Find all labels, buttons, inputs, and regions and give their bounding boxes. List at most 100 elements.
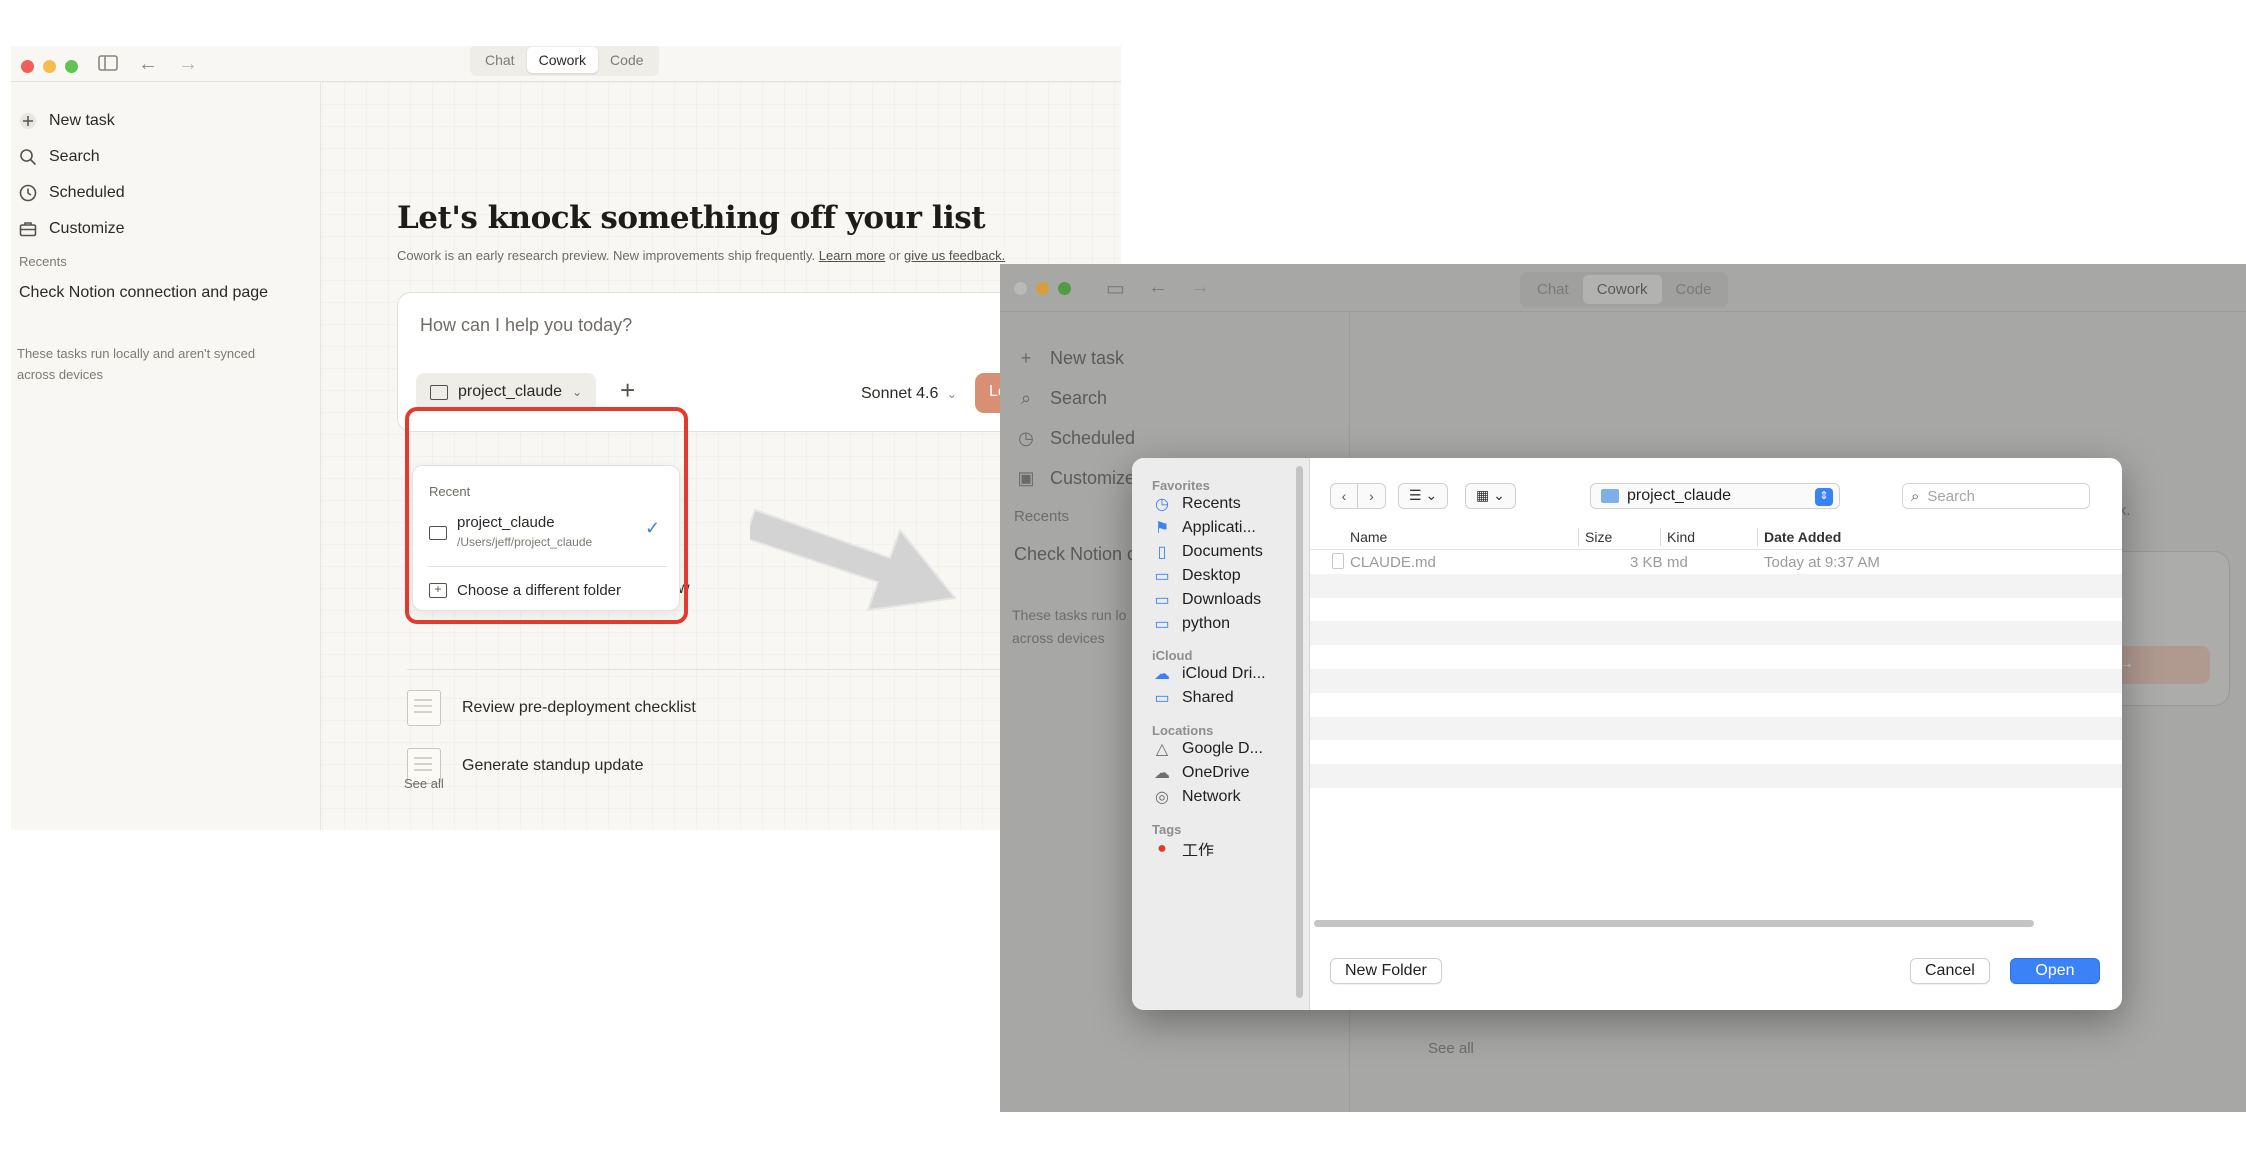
column-divider: [1757, 528, 1758, 546]
tab-code[interactable]: Code: [598, 47, 655, 73]
column-date-added[interactable]: Date Added: [1764, 529, 1841, 545]
sidebar-item-scheduled[interactable]: ◷ Scheduled: [1014, 428, 1135, 449]
finder-item-desktop[interactable]: ▭ Desktop: [1152, 566, 1241, 586]
finder-item-python[interactable]: ▭ python: [1152, 614, 1230, 634]
folder-icon: ▭: [1154, 616, 1170, 633]
see-all-link[interactable]: See all: [1428, 1040, 1474, 1057]
finder-item-label: Desktop: [1182, 567, 1241, 584]
tab-cowork[interactable]: Cowork: [1582, 275, 1662, 304]
column-name[interactable]: Name: [1350, 529, 1387, 545]
recent-task-item[interactable]: Check Notion c: [1014, 544, 1136, 565]
column-divider: [1578, 528, 1579, 546]
see-all-link[interactable]: See all: [404, 776, 444, 791]
path-popup[interactable]: project_claude ⇕: [1590, 483, 1840, 509]
path-label: project_claude: [1627, 487, 1732, 504]
cowork-window-dimmed: ▭ ← → Chat Cowork Code + New task ⌕ Search…: [1000, 264, 2246, 1112]
tab-chat[interactable]: Chat: [1523, 275, 1583, 304]
chevron-down-icon: ⌄: [572, 385, 583, 399]
sidebar-item-search[interactable]: Search: [17, 146, 100, 168]
transition-arrow-icon: [750, 508, 957, 612]
finder-item-label: iCloud Dri...: [1182, 665, 1266, 682]
sidebar-item-label: Scheduled: [1050, 428, 1136, 448]
empty-row: [1310, 668, 2122, 693]
minimize-window-button[interactable]: [43, 60, 56, 73]
folder-picker-label: project_claude: [458, 383, 563, 400]
subtitle-or: or: [888, 248, 901, 263]
tag-dot-icon: ●: [1157, 842, 1167, 856]
sidebar-note: These tasks run lo across devices: [1012, 607, 1127, 646]
zoom-window-button[interactable]: [1058, 282, 1071, 295]
folder-picker-button[interactable]: project_claude ⌄: [416, 373, 597, 411]
recent-task-item[interactable]: Check Notion connection and page: [19, 284, 289, 302]
column-size[interactable]: Size: [1585, 529, 1612, 545]
empty-row: [1310, 693, 2122, 717]
tab-chat[interactable]: Chat: [473, 47, 527, 73]
add-attachment-button[interactable]: +: [620, 377, 635, 403]
model-selector[interactable]: Sonnet 4.6 ⌄: [861, 385, 957, 403]
finder-item-downloads[interactable]: ▭ Downloads: [1152, 590, 1261, 610]
search-field[interactable]: ⌕ Search: [1902, 483, 2090, 509]
finder-item-shared[interactable]: ▭ Shared: [1152, 688, 1233, 708]
grid-view-button[interactable]: ▦ ⌄: [1465, 483, 1516, 509]
file-size: 3 KB: [1630, 554, 1663, 571]
table-row[interactable]: CLAUDE.md 3 KB md Today at 9:37 AM: [1310, 550, 2122, 574]
horizontal-scrollbar[interactable]: [1314, 920, 2034, 927]
learn-more-link[interactable]: Learn more: [819, 248, 885, 263]
document-icon: [407, 690, 441, 726]
shared-folder-icon: ▭: [1154, 690, 1170, 707]
back-chevron-icon[interactable]: ‹: [1330, 483, 1358, 509]
back-arrow-icon[interactable]: ←: [1148, 276, 1168, 299]
finder-item-recents[interactable]: ◷ Recents: [1152, 494, 1241, 514]
finder-item-network[interactable]: ◎ Network: [1152, 787, 1241, 807]
forward-arrow-icon[interactable]: →: [1190, 276, 1210, 299]
open-button[interactable]: Open: [2010, 958, 2100, 984]
forward-chevron-icon[interactable]: ›: [1358, 483, 1386, 509]
finder-item-icloud-drive[interactable]: ☁ iCloud Dri...: [1152, 664, 1266, 684]
sidebar-toggle-icon[interactable]: [98, 54, 118, 76]
apps-icon: ⚑: [1154, 520, 1170, 537]
sidebar-item-new-task[interactable]: + New task: [1014, 348, 1124, 369]
sidebar-item-customize[interactable]: ▣ Customize: [1014, 468, 1135, 489]
feedback-link[interactable]: give us feedback.: [904, 248, 1005, 263]
list-view-button[interactable]: ☰ ⌄: [1398, 483, 1449, 509]
finder-item-google-drive[interactable]: △ Google D...: [1152, 739, 1263, 759]
column-kind[interactable]: Kind: [1667, 529, 1695, 545]
sidebar-scrollbar[interactable]: [1296, 466, 1303, 998]
tab-code[interactable]: Code: [1662, 275, 1726, 304]
cloud-icon: ☁: [1154, 765, 1170, 782]
suggestion-item[interactable]: Review pre-deployment checklist: [407, 690, 696, 726]
minimize-window-button[interactable]: [1036, 282, 1049, 295]
sidebar-item-scheduled[interactable]: Scheduled: [17, 182, 125, 204]
finder-item-onedrive[interactable]: ☁ OneDrive: [1152, 763, 1250, 783]
file-list: Name Size Kind Date Added CLAUDE.md 3 KB…: [1310, 524, 2122, 788]
file-kind: md: [1667, 554, 1688, 571]
zoom-window-button[interactable]: [65, 60, 78, 73]
tab-cowork[interactable]: Cowork: [526, 47, 599, 73]
empty-row: [1310, 573, 2122, 598]
prompt-input[interactable]: How can I help you today?: [420, 315, 632, 336]
cowork-window: ← → Chat Cowork Code New task Search Sch…: [11, 46, 1121, 830]
finder-item-documents[interactable]: ▯ Documents: [1152, 542, 1263, 562]
model-label: Sonnet 4.6: [861, 385, 939, 402]
forward-arrow-icon[interactable]: →: [178, 54, 198, 74]
sidebar-item-search[interactable]: ⌕ Search: [1014, 388, 1107, 409]
back-arrow-icon[interactable]: ←: [138, 54, 158, 74]
close-window-button[interactable]: [21, 60, 34, 73]
finder-tag-item[interactable]: ● 工作: [1152, 842, 1214, 856]
sidebar-item-label: New task: [49, 112, 115, 129]
sidebar-item-customize[interactable]: Customize: [17, 218, 125, 240]
plus-icon: +: [1020, 348, 1032, 368]
sidebar-item-label: Customize: [49, 220, 125, 237]
sidebar-item-new-task[interactable]: New task: [17, 110, 115, 132]
sidebar-item-label: Search: [1050, 388, 1108, 408]
finder-item-applications[interactable]: ⚑ Applicati...: [1152, 518, 1256, 538]
close-window-button[interactable]: [1014, 282, 1027, 295]
tags-heading: Tags: [1152, 822, 1182, 837]
search-icon: ⌕: [1020, 388, 1032, 408]
recents-heading: Recents: [19, 254, 67, 269]
finder-item-label: Applicati...: [1182, 519, 1256, 536]
cancel-button[interactable]: Cancel: [1910, 958, 1990, 984]
sidebar-toggle-icon[interactable]: ▭: [1106, 276, 1125, 301]
new-folder-button[interactable]: New Folder: [1330, 958, 1442, 984]
search-placeholder: Search: [1927, 487, 1975, 505]
